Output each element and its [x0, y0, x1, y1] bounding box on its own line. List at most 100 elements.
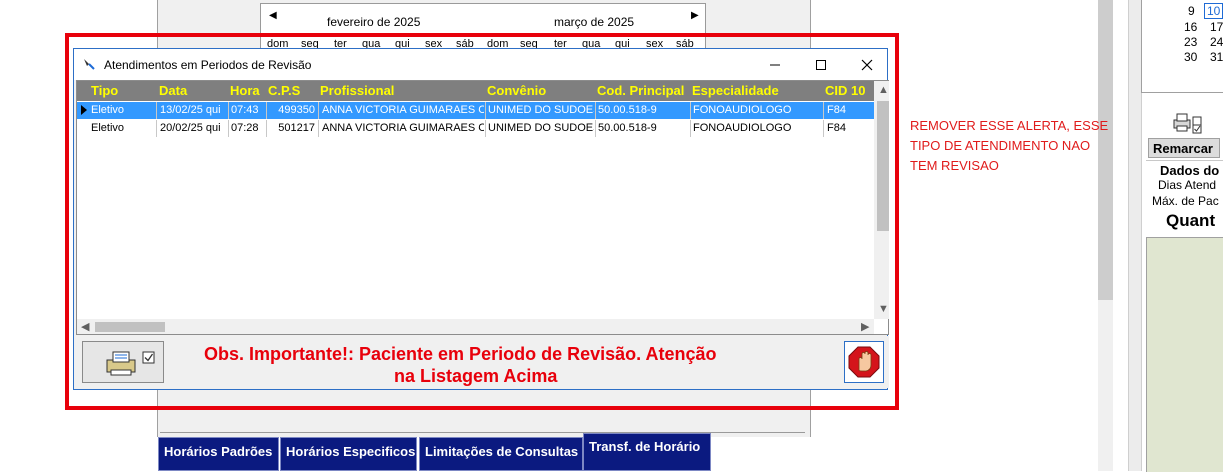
mini-calendar-day[interactable]: 30: [1184, 50, 1197, 64]
dialog-title: Atendimentos em Periodos de Revisão: [104, 58, 312, 72]
column-header[interactable]: Tipo: [91, 83, 118, 98]
cell-cod-principal: 50.00.518-9: [598, 104, 657, 116]
cell-data: 13/02/25 qui: [160, 104, 221, 116]
cell-data: 20/02/25 qui: [160, 122, 221, 134]
mini-calendar-day[interactable]: 24: [1210, 35, 1223, 49]
chevron-right-icon[interactable]: ▶: [691, 10, 699, 21]
cell-divider: [823, 102, 824, 119]
cell-divider: [266, 120, 267, 137]
mini-calendar-day[interactable]: 9: [1188, 4, 1195, 18]
table-row[interactable]: Eletivo 13/02/25 qui 07:43 499350 ANNA V…: [77, 102, 874, 119]
cell-profissional: ANNA VICTORIA GUIMARAES CA: [322, 122, 484, 134]
cell-especialidade: FONOAUDIOLOGO: [693, 122, 792, 134]
cell-divider: [318, 102, 319, 119]
cell-divider: [595, 102, 596, 119]
column-header[interactable]: Profissional: [320, 83, 394, 98]
cell-tipo: Eletivo: [91, 122, 125, 134]
cell-divider: [318, 120, 319, 137]
mini-calendar-day[interactable]: 23: [1184, 35, 1197, 49]
table-row[interactable]: Eletivo 20/02/25 qui 07:28 501217 ANNA V…: [77, 120, 874, 137]
dialog-titlebar[interactable]: Atendimentos em Periodos de Revisão: [74, 49, 887, 80]
cell-divider: [485, 102, 486, 119]
cell-divider: [156, 102, 157, 119]
cell-divider: [228, 120, 229, 137]
mini-calendar-day[interactable]: 16: [1184, 20, 1197, 34]
chevron-left-icon[interactable]: ◀: [269, 10, 277, 21]
scroll-down-icon[interactable]: ▼: [878, 303, 889, 315]
main-scrollbar-track[interactable]: [1098, 300, 1113, 471]
column-header[interactable]: Hora: [230, 83, 260, 98]
cell-hora: 07:28: [231, 122, 259, 134]
grid-horizontal-scrollbar[interactable]: [77, 319, 874, 334]
cell-divider: [156, 120, 157, 137]
row-indicator-icon: [81, 105, 87, 115]
scroll-right-icon[interactable]: ▶: [861, 320, 869, 333]
app-icon: [82, 57, 96, 71]
annotation-line: REMOVER ESSE ALERTA, ESSE: [910, 118, 1109, 133]
scroll-left-icon[interactable]: ◀: [81, 320, 89, 333]
column-header[interactable]: Data: [159, 83, 187, 98]
right-content-area: [1146, 237, 1223, 472]
quant-label: Quant: [1166, 211, 1216, 230]
dados-label: Dados do: [1160, 163, 1220, 178]
maximize-icon[interactable]: [798, 49, 844, 80]
mini-calendar-today[interactable]: 10: [1204, 3, 1223, 19]
cell-divider: [595, 120, 596, 137]
cell-divider: [823, 120, 824, 137]
cell-cps: 499350: [278, 104, 315, 116]
max-pac-label: Máx. de Pac: [1152, 194, 1219, 208]
cell-divider: [266, 102, 267, 119]
cell-divider: [485, 120, 486, 137]
splitter[interactable]: [1128, 0, 1142, 471]
column-header[interactable]: CID 10: [825, 83, 865, 98]
close-icon[interactable]: [844, 49, 890, 80]
tab-horarios-padroes[interactable]: Horários Padrões: [158, 437, 279, 471]
stop-button[interactable]: [844, 341, 884, 383]
cell-divider: [690, 102, 691, 119]
dias-atend-label: Dias Atend: [1158, 178, 1217, 192]
dialog-footer: Obs. Importante!: Paciente em Periodo de…: [76, 336, 889, 388]
annotation-line: TEM REVISAO: [910, 158, 999, 173]
cell-cps: 501217: [278, 122, 315, 134]
print-button[interactable]: [82, 341, 164, 383]
cell-divider: [228, 102, 229, 119]
tab-horarios-especificos[interactable]: Horários Especificos: [280, 437, 417, 471]
cell-hora: 07:43: [231, 104, 259, 116]
revision-grid: Tipo Data Hora C.P.S Profissional Convên…: [76, 80, 889, 335]
annotation-line: TIPO DE ATENDIMENTO NAO: [910, 138, 1091, 153]
column-header[interactable]: Convênio: [487, 83, 546, 98]
dados-panel: Dados do Dias Atend Máx. de Pac Quant: [1146, 160, 1223, 237]
cell-especialidade: FONOAUDIOLOGO: [693, 104, 792, 116]
cell-cod-principal: 50.00.518-9: [598, 122, 657, 134]
cell-cid: F84: [827, 122, 846, 134]
mini-calendar-day[interactable]: 17: [1210, 20, 1223, 34]
review-annotation: REMOVER ESSE ALERTA, ESSE TIPO DE ATENDI…: [910, 116, 1110, 176]
cell-tipo: Eletivo: [91, 104, 125, 116]
alert-message-line2: na Listagem Acima: [394, 366, 558, 386]
grid-header: Tipo Data Hora C.P.S Profissional Convên…: [77, 81, 874, 101]
mini-calendar-day[interactable]: 31: [1210, 50, 1223, 64]
calendar-month-left: fevereiro de 2025: [327, 15, 421, 29]
printer-icon[interactable]: [1173, 112, 1203, 137]
cell-convenio: UNIMED DO SUDOEST: [488, 122, 594, 134]
tab-transf-horario[interactable]: Transf. de Horário: [583, 433, 711, 471]
remarcar-button[interactable]: Remarcar: [1148, 138, 1220, 158]
column-header[interactable]: Cod. Principal: [597, 83, 684, 98]
cell-cid: F84: [827, 104, 846, 116]
column-header[interactable]: C.P.S: [268, 83, 300, 98]
minimize-icon[interactable]: [752, 49, 798, 80]
cell-convenio: UNIMED DO SUDOEST: [488, 104, 594, 116]
scroll-up-icon[interactable]: ▲: [878, 84, 889, 96]
calendar-month-right: março de 2025: [554, 15, 635, 29]
column-header[interactable]: Especialidade: [692, 83, 779, 98]
grid-horizontal-thumb[interactable]: [95, 322, 165, 332]
stop-hand-icon: [848, 346, 880, 378]
cell-profissional: ANNA VICTORIA GUIMARAES CA: [322, 104, 484, 116]
tab-limitacoes-consultas[interactable]: Limitações de Consultas: [419, 437, 583, 471]
revision-dialog: Atendimentos em Periodos de Revisão Tipo…: [73, 48, 889, 390]
cell-divider: [690, 120, 691, 137]
grid-vertical-thumb[interactable]: [877, 101, 889, 231]
printer-icon: [105, 350, 157, 381]
mini-calendar: 9 10 16 17 23 24 30 31: [1141, 0, 1223, 93]
alert-message-line1: Obs. Importante!: Paciente em Periodo de…: [204, 344, 717, 364]
